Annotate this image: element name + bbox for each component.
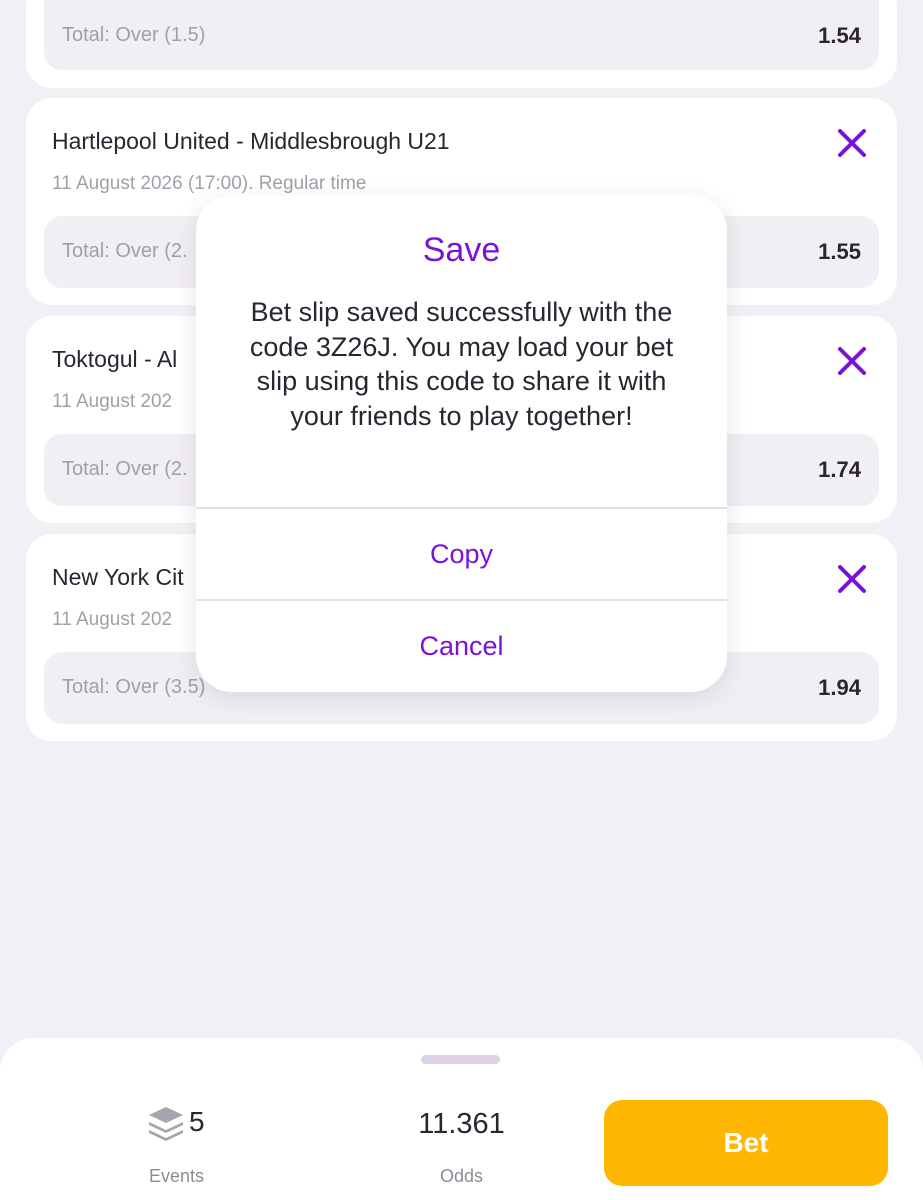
market-odds: 1.54 — [818, 23, 861, 48]
market-label: Total: Over (2. — [62, 458, 188, 480]
cancel-button[interactable]: Cancel — [196, 601, 727, 691]
event-title: Hartlepool United - Middlesbrough U21 — [52, 128, 450, 154]
market-label: Total: Over (1.5) — [62, 24, 206, 46]
market-odds: 1.55 — [818, 239, 861, 264]
market-label: Total: Over (2. — [62, 240, 188, 262]
save-dialog: Save Bet slip saved successfully with th… — [196, 195, 727, 692]
market-odds: 1.94 — [818, 675, 861, 700]
market-label: Total: Over (3.5) — [62, 676, 206, 698]
event-datetime: 11 August 2026 (17:00). Regular time — [52, 173, 367, 194]
event-title: Toktogul - Al — [52, 346, 178, 372]
close-icon[interactable] — [835, 344, 869, 378]
close-icon[interactable] — [835, 126, 869, 160]
event-title: New York Cit — [52, 564, 184, 590]
event-datetime: 11 August 202 — [52, 609, 173, 630]
market-odds: 1.74 — [818, 457, 861, 482]
bet-panel: 5 Events 11.361 Odds Bet — [0, 1038, 923, 1200]
bet-button[interactable]: Bet — [604, 1100, 888, 1186]
copy-button[interactable]: Copy — [196, 509, 727, 599]
drag-handle[interactable] — [421, 1055, 500, 1064]
odds-label: Odds — [440, 1166, 484, 1186]
dialog-message: Bet slip saved successfully with the cod… — [249, 297, 674, 431]
bet-card: Total: Over (1.5) 1.54 — [26, 0, 897, 88]
events-label: Events — [149, 1166, 205, 1186]
event-datetime: 11 August 202 — [52, 391, 173, 412]
close-icon[interactable] — [835, 562, 869, 596]
market-row[interactable]: Total: Over (1.5) 1.54 — [44, 0, 879, 70]
dialog-title: Save — [422, 231, 501, 269]
